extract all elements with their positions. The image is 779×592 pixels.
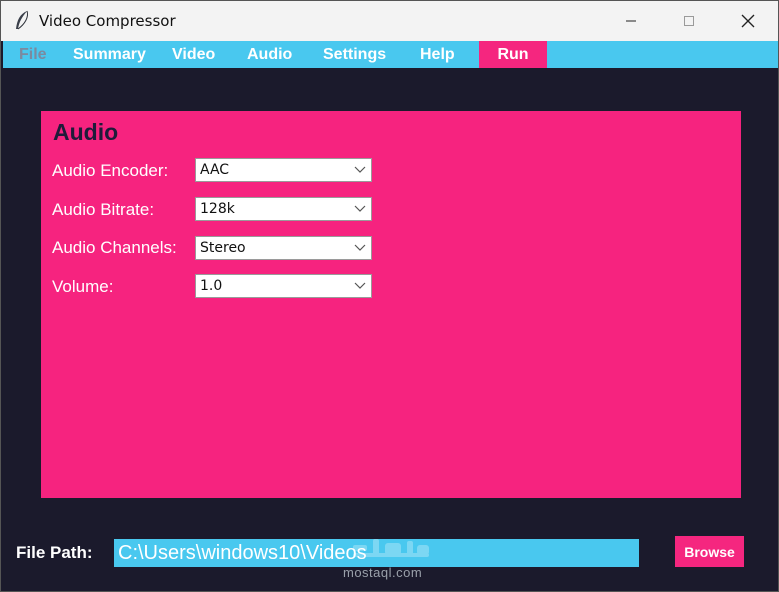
audio-bitrate-label: Audio Bitrate: — [52, 200, 155, 219]
close-button[interactable] — [720, 1, 776, 41]
audio-encoder-label: Audio Encoder: — [52, 161, 169, 180]
menu-summary[interactable]: Summary — [73, 41, 146, 68]
audio-bitrate-select[interactable]: 128k — [195, 197, 372, 221]
maximize-button[interactable] — [661, 1, 717, 41]
menu-video[interactable]: Video — [172, 41, 215, 68]
panel-title: Audio — [53, 119, 119, 145]
title-bar: Video Compressor — [1, 1, 778, 41]
chevron-down-icon — [354, 205, 366, 212]
menu-bar: File Summary Video Audio Settings Help R… — [3, 41, 778, 68]
watermark-text: mostaql.com — [343, 565, 423, 580]
volume-value: 1.0 — [200, 278, 223, 294]
audio-encoder-select[interactable]: AAC — [195, 158, 372, 182]
audio-channels-label: Audio Channels: — [52, 238, 177, 257]
chevron-down-icon — [354, 282, 366, 289]
volume-select[interactable]: 1.0 — [195, 274, 372, 298]
volume-label: Volume: — [52, 277, 114, 296]
file-path-label: File Path: — [16, 543, 93, 562]
menu-file[interactable]: File — [19, 41, 47, 68]
audio-panel: Audio Audio Encoder: AAC Audio Bitrate: … — [41, 111, 741, 498]
menu-settings[interactable]: Settings — [323, 41, 386, 68]
window-title: Video Compressor — [39, 12, 176, 30]
maximize-icon — [684, 16, 694, 26]
audio-channels-value: Stereo — [200, 240, 246, 256]
chevron-down-icon — [354, 244, 366, 251]
audio-encoder-value: AAC — [200, 162, 230, 178]
menu-audio[interactable]: Audio — [247, 41, 292, 68]
chevron-down-icon — [354, 166, 366, 173]
run-button[interactable]: Run — [479, 41, 547, 68]
minimize-icon — [626, 20, 636, 22]
audio-channels-select[interactable]: Stereo — [195, 236, 372, 260]
feather-icon — [16, 10, 28, 30]
browse-button[interactable]: Browse — [675, 536, 744, 567]
app-window: Video Compressor File Summary Video Audi… — [0, 0, 779, 592]
file-path-input[interactable]: C:\Users\windows10\Videos — [114, 539, 639, 567]
minimize-button[interactable] — [603, 1, 659, 41]
menu-help[interactable]: Help — [420, 41, 455, 68]
audio-bitrate-value: 128k — [200, 201, 235, 217]
close-icon — [741, 14, 755, 28]
